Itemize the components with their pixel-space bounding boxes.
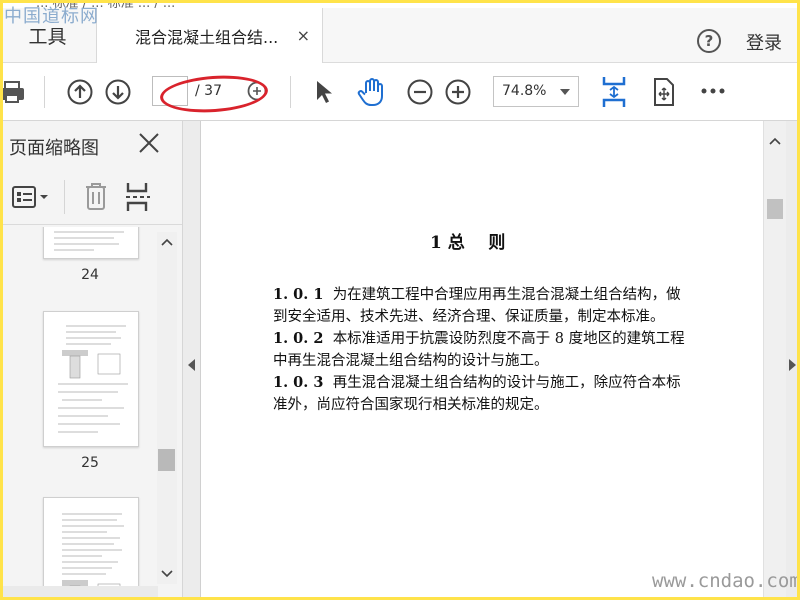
clause-text-line: 中再生混合混凝土组合结构的设计与施工。 — [273, 353, 549, 369]
select-cursor-icon[interactable] — [312, 78, 336, 106]
thumbnail-page[interactable] — [43, 497, 139, 600]
clause-1-0-1: 1. 0. 1 为在建筑工程中合理应用再生混合混凝土组合结构，做 到安全适用、技… — [273, 284, 681, 328]
scrollbar-thumb[interactable] — [767, 199, 783, 219]
thumbnail-page[interactable] — [43, 311, 139, 447]
site-watermark-url: www.cndao.com — [652, 570, 800, 592]
toolbar-divider — [290, 76, 291, 108]
scroll-down-icon — [161, 570, 173, 578]
toolbar-divider — [44, 76, 45, 108]
zoom-in-icon[interactable] — [444, 78, 472, 106]
login-link[interactable]: 登录 — [746, 29, 782, 55]
section-heading: 1 总 则 — [430, 233, 506, 253]
clause-1-0-3: 1. 0. 3 再生混合混凝土组合结构的设计与施工，除应符合本标 准外，尚应符合… — [273, 372, 681, 416]
clause-number: 1. 0. 1 — [273, 286, 324, 303]
hand-tool-icon[interactable] — [356, 76, 388, 108]
clause-text-line: 到安全适用、技术先进、经济合理、保证质量，制定本标准。 — [273, 309, 665, 325]
chevron-down-icon — [560, 89, 570, 95]
close-icon[interactable] — [138, 132, 160, 154]
clause-text-line: 准外，尚应符合国家现行相关标准的规定。 — [273, 397, 549, 413]
rotate-view-icon[interactable] — [650, 76, 678, 108]
fit-page-icon[interactable] — [600, 74, 628, 110]
tab-document[interactable]: 混合混凝土组合结... × — [96, 8, 323, 63]
thumbnail-label: 24 — [81, 267, 99, 283]
site-watermark: 中国道标网 — [4, 6, 99, 27]
scroll-up-icon — [769, 137, 781, 145]
scroll-up-icon — [161, 238, 173, 246]
page-break-icon[interactable] — [124, 180, 152, 214]
previous-page-icon[interactable] — [66, 78, 94, 106]
collapse-left-pane-icon[interactable] — [188, 359, 195, 371]
thumbnail-scrollbar[interactable] — [157, 232, 177, 584]
clause-text-line: 本标准适用于抗震设防烈度不高于 8 度地区的建筑工程 — [332, 331, 685, 347]
thumbnail-page[interactable] — [43, 227, 139, 259]
thumbnail-options-icon[interactable] — [12, 184, 50, 210]
clause-text-line: 再生混合混凝土组合结构的设计与施工，除应符合本标 — [332, 375, 681, 391]
thumbnail-pane-title: 页面缩略图 — [9, 138, 99, 159]
zoom-out-icon[interactable] — [406, 78, 434, 106]
thumbnail-hscrollbar[interactable] — [0, 586, 158, 600]
trash-icon[interactable] — [82, 180, 110, 212]
zoom-value: 74.8% — [502, 83, 547, 99]
thumbnail-list: 24 25 — [0, 227, 158, 600]
document-scrollbar[interactable] — [763, 121, 786, 600]
expand-right-pane-icon[interactable] — [789, 359, 796, 371]
clause-number: 1. 0. 2 — [273, 330, 324, 347]
tab-document-label: 混合混凝土组合结... — [135, 27, 279, 47]
scrollbar-thumb[interactable] — [158, 449, 175, 471]
more-options-icon[interactable] — [700, 84, 726, 98]
thumbnail-label: 25 — [81, 455, 99, 471]
window-titlebar: ... 标准 / ... 标准 ... / ... — [0, 0, 800, 8]
clause-number: 1. 0. 3 — [273, 374, 324, 391]
clause-text-line: 为在建筑工程中合理应用再生混合混凝土组合结构，做 — [332, 287, 681, 303]
next-page-icon[interactable] — [104, 78, 132, 106]
help-icon[interactable]: ? — [697, 29, 721, 53]
zoom-select[interactable]: 74.8% — [493, 76, 579, 107]
clause-1-0-2: 1. 0. 2 本标准适用于抗震设防烈度不高于 8 度地区的建筑工程 中再生混合… — [273, 328, 685, 372]
print-icon[interactable] — [0, 78, 26, 106]
tab-close-icon[interactable]: × — [297, 26, 310, 45]
toolbar-divider — [64, 180, 65, 214]
